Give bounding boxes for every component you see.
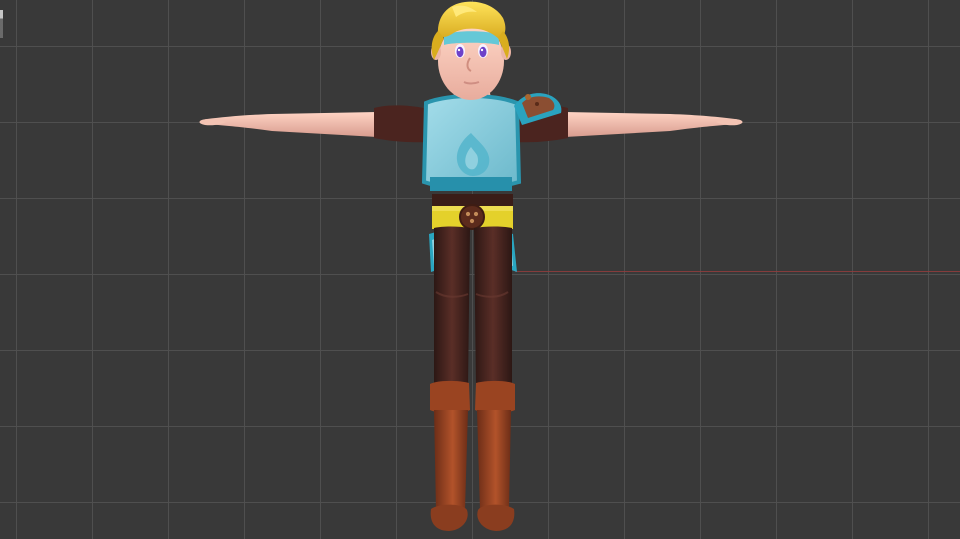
3d-viewport[interactable] [0,0,960,539]
chest-armor [421,93,522,191]
character-model[interactable] [0,0,960,539]
right-arm [565,112,743,137]
left-arm [199,112,377,137]
left-boot [430,380,470,531]
right-leg [474,226,512,389]
left-leg [434,226,470,389]
right-boot [475,380,515,531]
left-sleeve [374,105,426,143]
belt [432,194,513,230]
